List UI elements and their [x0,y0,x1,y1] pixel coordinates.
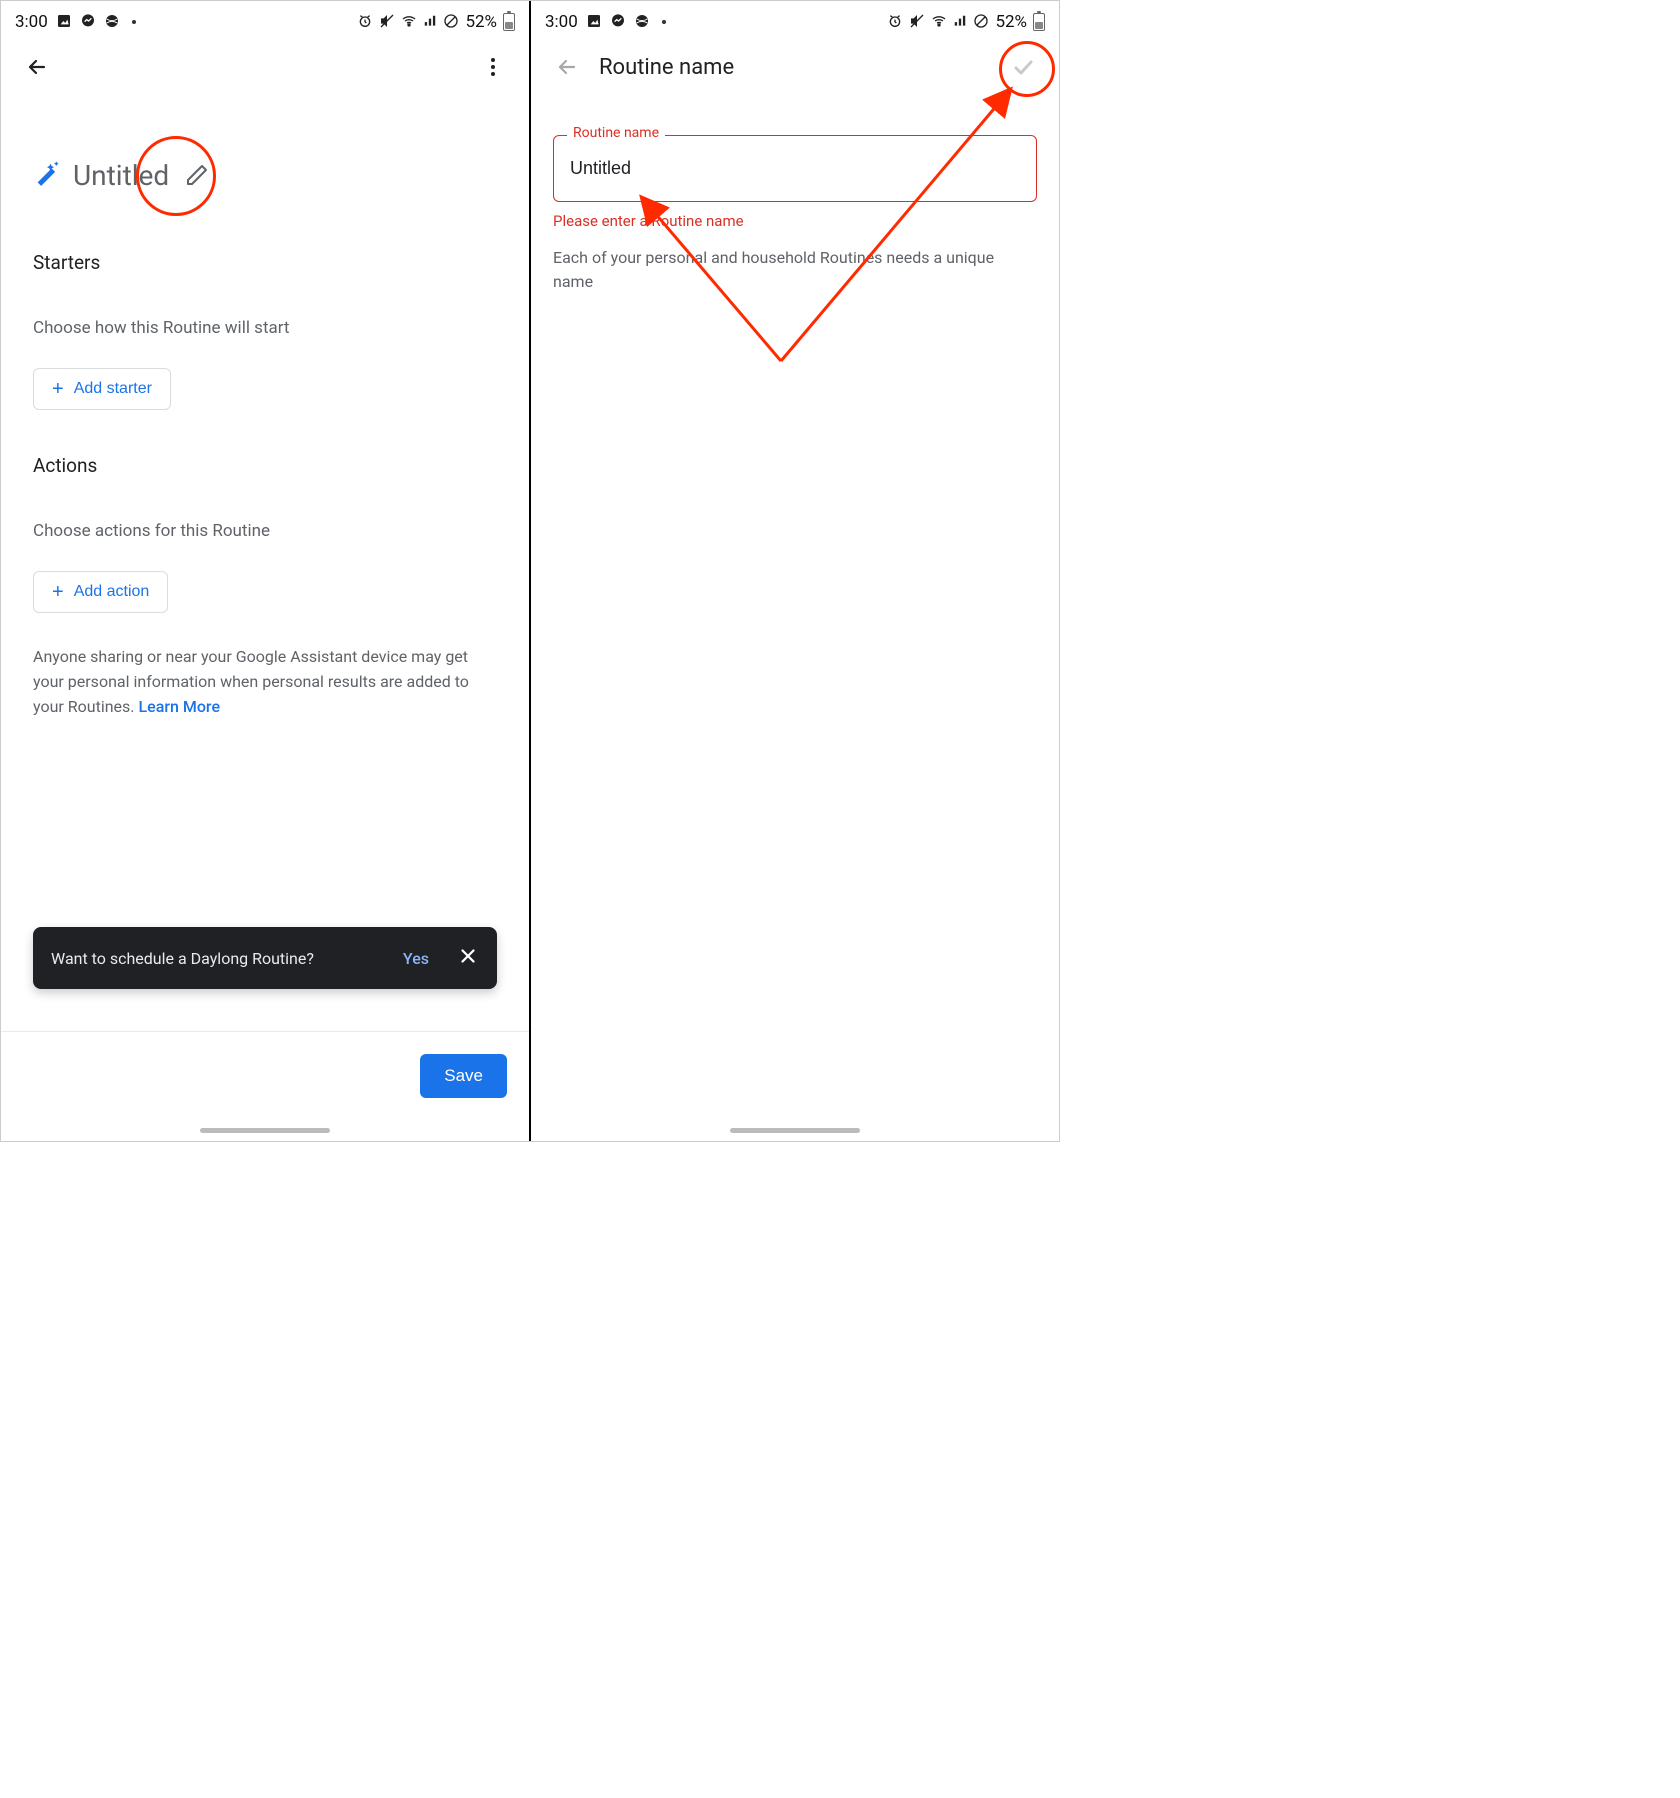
home-indicator[interactable] [200,1128,330,1133]
messenger-icon [610,13,626,32]
messenger-icon [80,13,96,32]
alarm-icon [357,13,373,32]
daylong-routine-toast: Want to schedule a Daylong Routine? Yes [33,927,497,989]
toast-yes-button[interactable]: Yes [403,949,429,968]
photos-icon [56,13,72,32]
more-notifications-dot [132,20,136,24]
actions-heading: Actions [33,454,497,477]
starters-subtitle: Choose how this Routine will start [33,318,497,338]
alarm-icon [887,13,903,32]
toast-text: Want to schedule a Daylong Routine? [51,949,403,968]
bottom-bar: Save [1,1031,529,1141]
ball-icon [634,13,650,32]
confirm-button[interactable] [1003,47,1043,87]
add-action-label: Add action [74,583,150,601]
learn-more-link[interactable]: Learn More [138,697,220,716]
toast-close-button[interactable] [457,945,479,971]
field-help: Each of your personal and household Rout… [553,246,1037,294]
status-time: 3:00 [545,12,578,32]
wifi-icon [401,13,417,32]
disclaimer-body: Anyone sharing or near your Google Assis… [33,647,469,716]
more-options-button[interactable] [473,47,513,87]
back-button[interactable] [17,47,57,87]
battery-icon [503,13,515,31]
routine-name-field-wrap: Routine name [553,135,1037,202]
app-bar: Routine name [531,39,1059,95]
wifi-icon [931,13,947,32]
battery-percent: 52% [995,12,1027,32]
right-pane: 3:00 [531,1,1059,1141]
actions-subtitle: Choose actions for this Routine [33,521,497,541]
status-time: 3:00 [15,12,48,32]
add-action-button[interactable]: + Add action [33,571,168,613]
edit-name-button[interactable] [177,155,217,195]
disclaimer-text: Anyone sharing or near your Google Assis… [33,645,493,719]
signal-icon [953,14,967,31]
no-sim-icon [973,13,989,32]
routine-title-row: Untitled [33,155,497,195]
add-starter-button[interactable]: + Add starter [33,368,171,410]
mute-icon [909,13,925,32]
status-bar: 3:00 [531,5,1059,39]
add-starter-label: Add starter [74,380,152,398]
wand-icon [33,159,61,191]
battery-icon [1033,13,1045,31]
ball-icon [104,13,120,32]
no-sim-icon [443,13,459,32]
save-button[interactable]: Save [420,1054,507,1098]
photos-icon [586,13,602,32]
mute-icon [379,13,395,32]
field-label: Routine name [567,125,665,141]
starters-heading: Starters [33,251,497,274]
page-title: Routine name [599,55,1003,80]
signal-icon [423,14,437,31]
left-pane: 3:00 [1,1,529,1141]
status-bar: 3:00 [1,5,529,39]
routine-title: Untitled [73,159,169,192]
plus-icon: + [52,582,64,602]
more-notifications-dot [662,20,666,24]
routine-name-input[interactable] [553,135,1037,202]
plus-icon: + [52,379,64,399]
field-error: Please enter a Routine name [553,212,1059,230]
app-bar [1,39,529,95]
home-indicator[interactable] [730,1128,860,1133]
battery-percent: 52% [465,12,497,32]
back-button[interactable] [547,47,587,87]
